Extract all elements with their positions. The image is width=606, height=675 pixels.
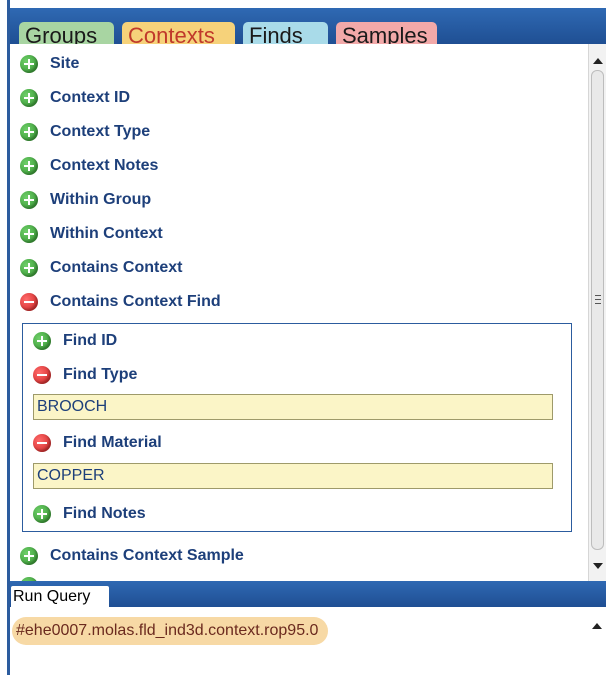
criterion-label: Contains Context Find: [50, 293, 221, 310]
tab-bar: Groups Contexts Finds Samples: [7, 8, 606, 50]
run-query-button[interactable]: Run Query: [11, 586, 109, 607]
criterion-label: Contains Context: [50, 259, 183, 276]
minus-circle-icon[interactable]: [20, 293, 38, 311]
criteria-panel: Site Context ID Context Type Context Not…: [10, 44, 588, 581]
scroll-up-arrow-icon[interactable]: [592, 623, 602, 629]
criterion-find-material[interactable]: Find Material: [33, 431, 162, 455]
plus-circle-icon[interactable]: [33, 332, 51, 350]
plus-circle-icon[interactable]: [20, 259, 38, 277]
find-material-field[interactable]: COPPER: [33, 463, 553, 489]
criterion-site[interactable]: Site: [20, 52, 79, 76]
plus-circle-icon[interactable]: [20, 157, 38, 175]
minus-circle-icon[interactable]: [33, 366, 51, 384]
result-area: #ehe0007.molas.fld_ind3d.context.rop95.0: [10, 607, 588, 675]
criterion-label: Site: [50, 55, 80, 72]
criterion-context-type[interactable]: Context Type: [20, 120, 150, 144]
criterion-label: Contains Context Sample: [50, 547, 244, 564]
criterion-label: Find Notes: [63, 505, 146, 522]
criterion-label: Find Type: [63, 366, 138, 383]
criterion-label: Context ID: [50, 89, 130, 106]
criterion-contains-context-find[interactable]: Contains Context Find: [20, 290, 221, 314]
criterion-label: Within Group: [50, 191, 152, 208]
plus-circle-icon[interactable]: [20, 225, 38, 243]
run-query-bar: Run Query: [7, 581, 606, 607]
criterion-label: Find ID: [63, 332, 118, 349]
criterion-find-type[interactable]: Find Type: [33, 363, 137, 387]
criterion-label: Context Type: [50, 123, 151, 140]
result-scrollbar[interactable]: [588, 607, 606, 675]
result-link[interactable]: #ehe0007.molas.fld_ind3d.context.rop95.0: [12, 617, 329, 645]
find-subcriteria-box: Find ID Find Type BROOCH Find Material C…: [22, 323, 572, 532]
criterion-within-context[interactable]: Within Context: [20, 222, 163, 246]
plus-circle-icon[interactable]: [20, 89, 38, 107]
window-edge: [0, 0, 7, 675]
criterion-find-id[interactable]: Find ID: [33, 329, 117, 353]
plus-circle-icon[interactable]: [20, 55, 38, 73]
plus-circle-icon[interactable]: [33, 505, 51, 523]
scroll-up-arrow-icon[interactable]: [593, 58, 603, 64]
plus-circle-icon[interactable]: [20, 123, 38, 141]
criterion-find-notes[interactable]: Find Notes: [33, 502, 146, 526]
frame-border: [7, 0, 10, 675]
grip-icon: [595, 295, 601, 304]
minus-circle-icon[interactable]: [33, 434, 51, 452]
find-type-field[interactable]: BROOCH: [33, 394, 553, 420]
criterion-context-id[interactable]: Context ID: [20, 86, 130, 110]
plus-circle-icon[interactable]: [20, 191, 38, 209]
scroll-thumb[interactable]: [591, 70, 604, 550]
criterion-label: Find Material: [63, 434, 162, 451]
criterion-contains-context[interactable]: Contains Context: [20, 256, 182, 280]
criterion-contains-context-sample[interactable]: Contains Context Sample: [20, 544, 244, 568]
criterion-context-notes[interactable]: Context Notes: [20, 154, 158, 178]
criterion-partial[interactable]: [20, 574, 50, 581]
plus-circle-icon[interactable]: [20, 547, 38, 565]
criteria-scrollbar[interactable]: [588, 44, 606, 581]
scroll-down-arrow-icon[interactable]: [593, 563, 603, 569]
criterion-label: Within Context: [50, 225, 163, 242]
criterion-label: Context Notes: [50, 157, 159, 174]
criterion-within-group[interactable]: Within Group: [20, 188, 151, 212]
